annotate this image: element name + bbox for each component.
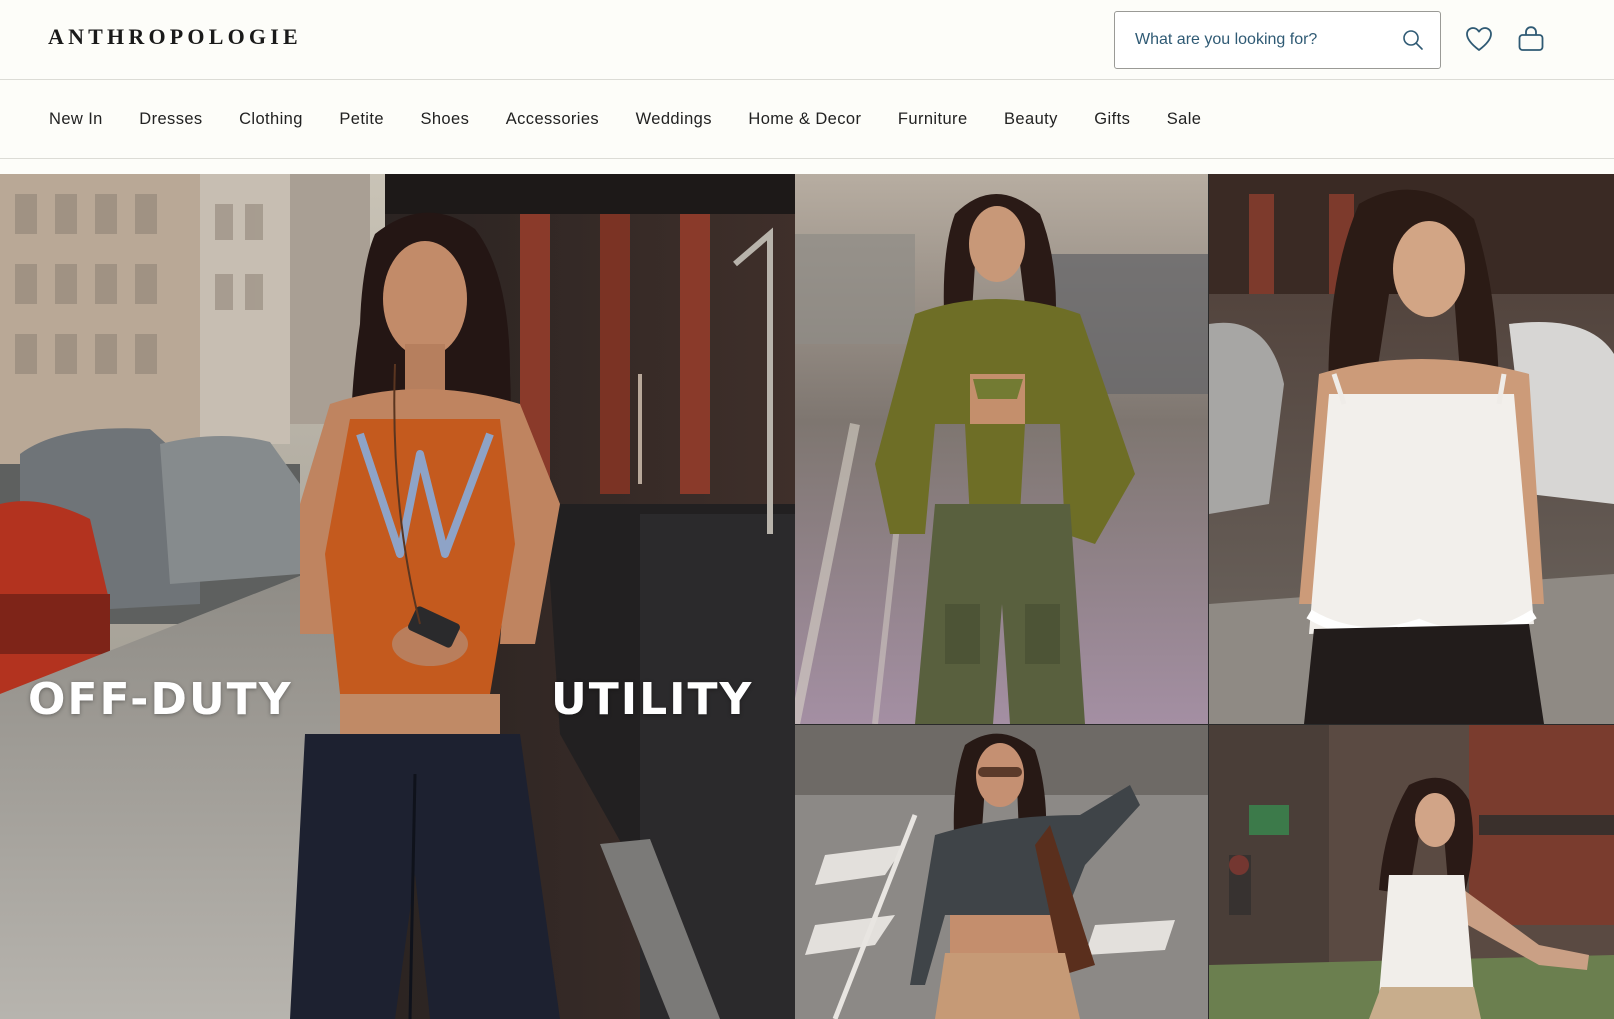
- nav-item-shoes[interactable]: Shoes: [420, 110, 469, 129]
- nav-item-dresses[interactable]: Dresses: [139, 110, 202, 129]
- hero-image-white-top[interactable]: [1209, 174, 1614, 724]
- search-icon: [1403, 30, 1423, 50]
- hero-headline-left: OFF-DUTY: [28, 674, 293, 725]
- model-white-tank-photo: [1209, 725, 1614, 1019]
- heart-icon: [1466, 27, 1492, 51]
- model-street-photo: [0, 174, 795, 1019]
- hero-headline-right: UTILITY: [551, 674, 754, 725]
- nav-item-new-in[interactable]: New In: [49, 110, 103, 129]
- wishlist-button[interactable]: [1462, 22, 1496, 56]
- shopping-bag-button[interactable]: [1514, 22, 1548, 56]
- nav-item-beauty[interactable]: Beauty: [1004, 110, 1058, 129]
- hero-image-grey-henley[interactable]: [795, 725, 1208, 1019]
- search-button[interactable]: [1386, 12, 1440, 68]
- shopping-bag-icon: [1518, 26, 1544, 51]
- nav-list: New In Dresses Clothing Petite Shoes Acc…: [0, 80, 1614, 158]
- nav-item-clothing[interactable]: Clothing: [239, 110, 303, 129]
- search-bar[interactable]: [1114, 11, 1441, 69]
- model-green-jacket-photo: [795, 174, 1208, 724]
- main-navigation: New In Dresses Clothing Petite Shoes Acc…: [0, 80, 1614, 159]
- search-input[interactable]: [1115, 12, 1386, 68]
- nav-item-home-decor[interactable]: Home & Decor: [748, 110, 861, 129]
- brand-logo[interactable]: ANTHROPOLOGIE: [48, 24, 302, 50]
- site-header: ANTHROPOLOGIE: [0, 0, 1614, 80]
- nav-item-petite[interactable]: Petite: [339, 110, 384, 129]
- model-grey-henley-photo: [795, 725, 1208, 1019]
- hero-image-green-jacket[interactable]: [795, 174, 1208, 724]
- hero-image-white-tank[interactable]: [1209, 725, 1614, 1019]
- nav-item-furniture[interactable]: Furniture: [898, 110, 968, 129]
- nav-item-gifts[interactable]: Gifts: [1094, 110, 1130, 129]
- nav-item-accessories[interactable]: Accessories: [506, 110, 599, 129]
- model-white-top-photo: [1209, 174, 1614, 724]
- hero-banner[interactable]: OFF-DUTY UTILITY: [0, 174, 1614, 1019]
- nav-item-sale[interactable]: Sale: [1167, 110, 1202, 129]
- nav-item-weddings[interactable]: Weddings: [636, 110, 712, 129]
- hero-image-main[interactable]: OFF-DUTY UTILITY: [0, 174, 795, 1019]
